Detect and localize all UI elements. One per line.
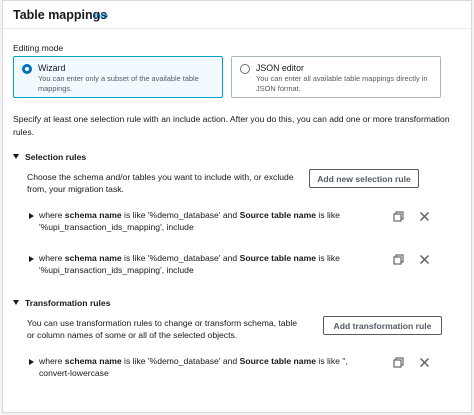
- selection-rules-description: Choose the schema and/or tables you want…: [27, 172, 294, 194]
- selection-rule-text: where schema name is like '%demo_databas…: [39, 253, 340, 275]
- transformation-rule-row: where schema name is like '%demo_databas…: [27, 355, 467, 385]
- add-new-selection-rule-button[interactable]: Add new selection rule: [309, 169, 419, 188]
- selection-rule-row: where schema name is like '%demo_databas…: [27, 252, 467, 282]
- wizard-option-title: Wizard: [38, 63, 66, 73]
- wizard-option-description: You can enter only a subset of the avail…: [38, 74, 199, 93]
- copy-icon[interactable]: [393, 254, 404, 265]
- json-editor-option-card[interactable]: JSON editor You can enter all available …: [231, 56, 441, 98]
- expand-rule-caret-icon[interactable]: [29, 256, 34, 262]
- transformation-rules-caret-icon[interactable]: [13, 300, 19, 305]
- selection-rules-title[interactable]: Selection rules: [25, 152, 86, 162]
- transformation-rules-title[interactable]: Transformation rules: [25, 298, 110, 308]
- transformation-rules-description: You can use transformation rules to chan…: [27, 318, 298, 340]
- close-icon[interactable]: [419, 254, 430, 265]
- selection-rule-row: where schema name is like '%demo_databas…: [27, 209, 467, 239]
- copy-icon[interactable]: [393, 357, 404, 368]
- info-link[interactable]: Info: [94, 11, 108, 20]
- wizard-radio[interactable]: [22, 64, 32, 74]
- selection-rules-caret-icon[interactable]: [13, 154, 19, 159]
- json-editor-radio[interactable]: [240, 64, 250, 74]
- panel-header: Table mappings Info: [3, 1, 471, 29]
- json-editor-option-description: You can enter all available table mappin…: [256, 74, 428, 93]
- expand-rule-caret-icon[interactable]: [29, 213, 34, 219]
- expand-rule-caret-icon[interactable]: [29, 359, 34, 365]
- selection-rule-text: where schema name is like '%demo_databas…: [39, 210, 340, 232]
- transformation-rule-text: where schema name is like '%demo_databas…: [39, 356, 348, 378]
- editing-mode-label: Editing mode: [13, 43, 64, 53]
- add-transformation-rule-button[interactable]: Add transformation rule: [323, 316, 442, 335]
- table-mappings-panel: Table mappings Info Editing mode Wizard …: [2, 0, 472, 413]
- close-icon[interactable]: [419, 357, 430, 368]
- json-editor-option-title: JSON editor: [256, 63, 304, 73]
- wizard-option-card[interactable]: Wizard You can enter only a subset of th…: [13, 56, 223, 98]
- copy-icon[interactable]: [393, 211, 404, 222]
- instruction-text: Specify at least one selection rule with…: [13, 114, 450, 137]
- close-icon[interactable]: [419, 211, 430, 222]
